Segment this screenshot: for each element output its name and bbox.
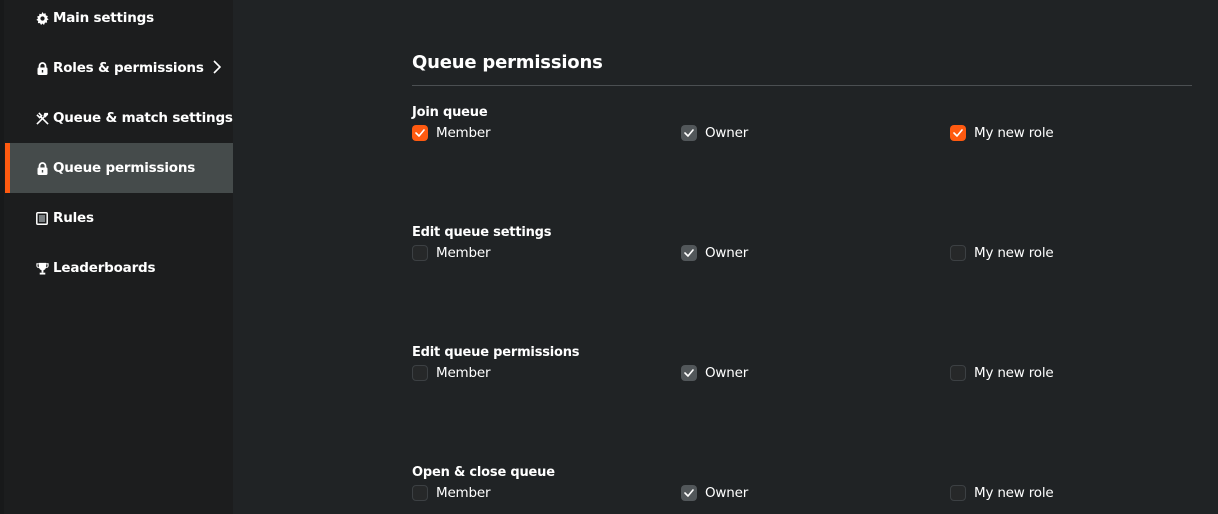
sidebar-item-rules[interactable]: Rules [5,193,233,243]
sidebar-item-leaderboards[interactable]: Leaderboards [5,243,233,293]
checkbox-owner[interactable]: Owner [681,245,748,261]
permission-label: Join queue [412,105,488,120]
check-icon [953,129,963,137]
sidebar-item-queue-match-settings[interactable]: Queue & match settings [5,93,233,143]
checkbox-label: My new role [974,245,1054,261]
sidebar-item-label: Queue & match settings [53,110,233,126]
checkbox-label: My new role [974,125,1054,141]
sidebar-edge [0,0,4,514]
checkbox-unchecked[interactable] [412,365,428,381]
checkbox-label: Owner [705,365,749,381]
checkbox-label: Owner [705,485,749,501]
checkbox-label: Member [436,485,491,501]
permission-label: Edit queue settings [412,225,552,240]
checkbox-owner[interactable]: Owner [681,365,748,381]
checkbox-member[interactable]: Member [412,485,491,501]
check-icon [684,369,694,377]
checkbox-checked[interactable] [681,125,697,141]
sidebar-item-label: Queue permissions [53,160,196,176]
sidebar-item-label: Leaderboards [53,260,156,276]
checkbox-label: My new role [974,485,1054,501]
checkbox-unchecked[interactable] [412,245,428,261]
tools-icon [35,111,49,125]
title-divider [412,85,1192,86]
lock-icon [35,161,49,175]
checkbox-label: Member [436,245,491,261]
checkbox-owner[interactable]: Owner [681,485,748,501]
checkbox-member[interactable]: Member [412,365,491,381]
trophy-icon [35,261,49,275]
checkbox-unchecked[interactable] [950,365,966,381]
checkbox-label: Member [436,365,491,381]
checkbox-my-new-role[interactable]: My new role [950,365,1054,381]
checkbox-unchecked[interactable] [412,485,428,501]
checkbox-my-new-role[interactable]: My new role [950,125,1054,141]
check-icon [684,129,694,137]
checkbox-checked[interactable] [681,245,697,261]
page-title: Queue permissions [412,52,603,73]
checkbox-unchecked[interactable] [950,485,966,501]
checkbox-checked[interactable] [681,365,697,381]
sidebar-item-label: Roles & permissions [53,60,204,76]
checkbox-checked[interactable] [681,485,697,501]
checkbox-label: My new role [974,365,1054,381]
sidebar-item-queue-permissions[interactable]: Queue permissions [5,143,233,193]
permission-label: Edit queue permissions [412,345,580,360]
chevron-right-icon[interactable] [213,60,222,78]
sidebar-item-label: Rules [53,210,94,226]
sidebar-item-main-settings[interactable]: Main settings [5,0,233,43]
check-icon [684,489,694,497]
checkbox-label: Owner [705,125,749,141]
permission-label: Open & close queue [412,465,555,480]
checkbox-label: Owner [705,245,749,261]
checkbox-label: Member [436,125,491,141]
checkbox-owner[interactable]: Owner [681,125,748,141]
sidebar-item-label: Main settings [53,10,154,26]
gear-icon [35,11,49,25]
check-icon [415,129,425,137]
check-icon [684,249,694,257]
checkbox-member[interactable]: Member [412,125,491,141]
checkbox-checked[interactable] [950,125,966,141]
sidebar-item-roles-permissions[interactable]: Roles & permissions [5,43,233,93]
sidebar: Main settings Roles & permissions Queue … [0,0,233,514]
document-icon [35,211,49,225]
checkbox-checked[interactable] [412,125,428,141]
lock-icon [35,61,49,75]
checkbox-unchecked[interactable] [950,245,966,261]
checkbox-my-new-role[interactable]: My new role [950,485,1054,501]
checkbox-my-new-role[interactable]: My new role [950,245,1054,261]
checkbox-member[interactable]: Member [412,245,491,261]
